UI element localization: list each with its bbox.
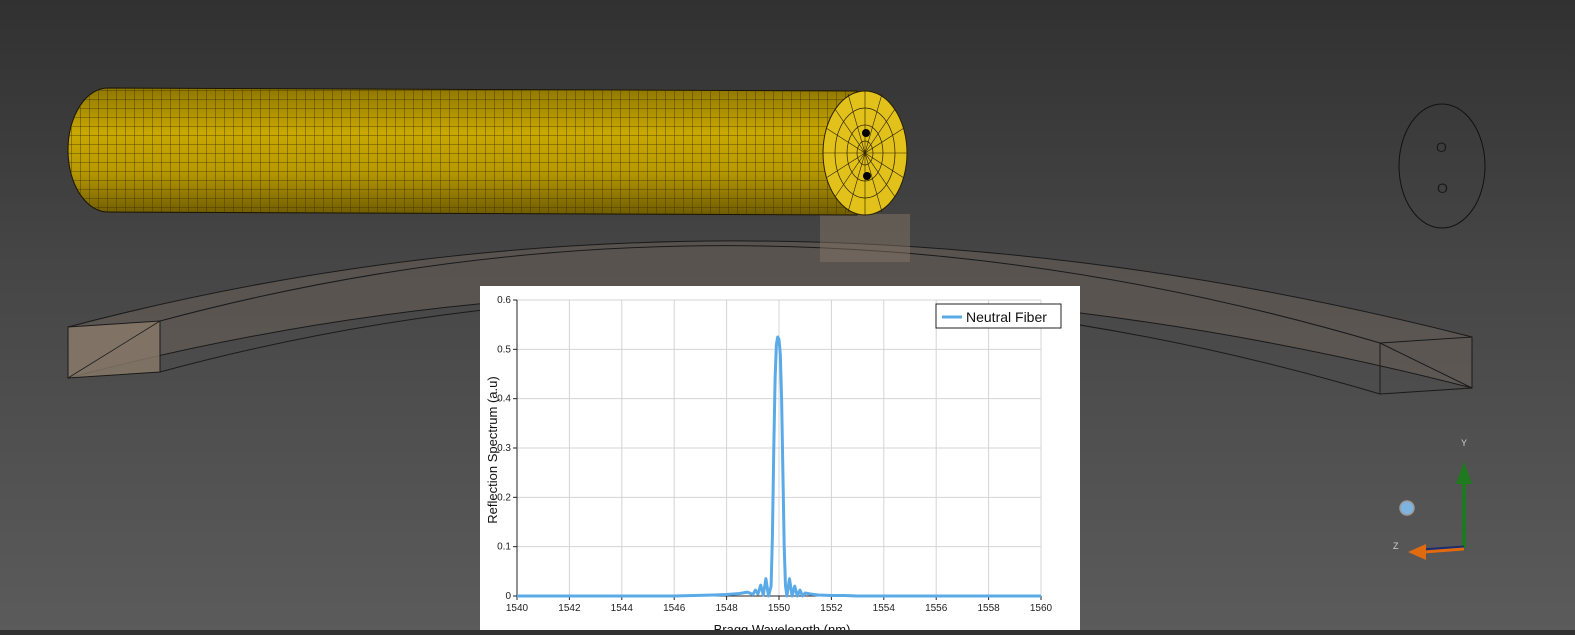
chart-legend: Neutral Fiber	[935, 303, 1062, 329]
x-tick-label: 1540	[506, 603, 529, 614]
x-tick-label: 1554	[873, 603, 896, 614]
orientation-triad[interactable]: Y Z	[1393, 438, 1472, 560]
x-tick-label: 1556	[925, 603, 948, 614]
fiber-core-top	[862, 129, 870, 137]
y-axis-title: Reflection Spectrum (a.u)	[485, 376, 500, 523]
fiber-end-face[interactable]	[822, 90, 908, 216]
y-tick-label: 0.5	[497, 344, 511, 355]
x-tick-label: 1542	[558, 603, 581, 614]
x-tick-label: 1544	[611, 603, 634, 614]
chart-svg: 1540 1542 1544 1546 1548 1550 1552 1554 1556 1558…	[485, 295, 1062, 630]
fiber-end-view[interactable]: O O	[1398, 103, 1486, 229]
fiber-cylinder[interactable]	[67, 87, 908, 216]
triad-z-label: Z	[1393, 541, 1399, 551]
x-tick-label: 1550	[768, 603, 791, 614]
x-axis-title: Bragg Wavelength (nm)	[714, 622, 851, 630]
x-tick-label: 1546	[663, 603, 686, 614]
x-tick-label: 1552	[820, 603, 843, 614]
fiber-core-bottom	[863, 172, 871, 180]
end-view-port-top: O	[1436, 139, 1447, 155]
y-tick-label: 0.6	[497, 295, 511, 306]
triad-y-label: Y	[1461, 438, 1467, 448]
triad-origin-sphere	[1399, 500, 1415, 516]
reflection-spectrum-chart: 1540 1542 1544 1546 1548 1550 1552 1554 1556 1558…	[480, 286, 1080, 630]
x-tick-label: 1558	[977, 603, 1000, 614]
x-tick-label: 1548	[715, 603, 738, 614]
y-tick-label: 0.1	[497, 542, 511, 553]
x-tick-label: 1560	[1030, 603, 1053, 614]
y-tick-label: 0	[505, 591, 511, 602]
legend-label: Neutral Fiber	[966, 309, 1047, 325]
end-view-port-bottom: O	[1437, 180, 1448, 196]
